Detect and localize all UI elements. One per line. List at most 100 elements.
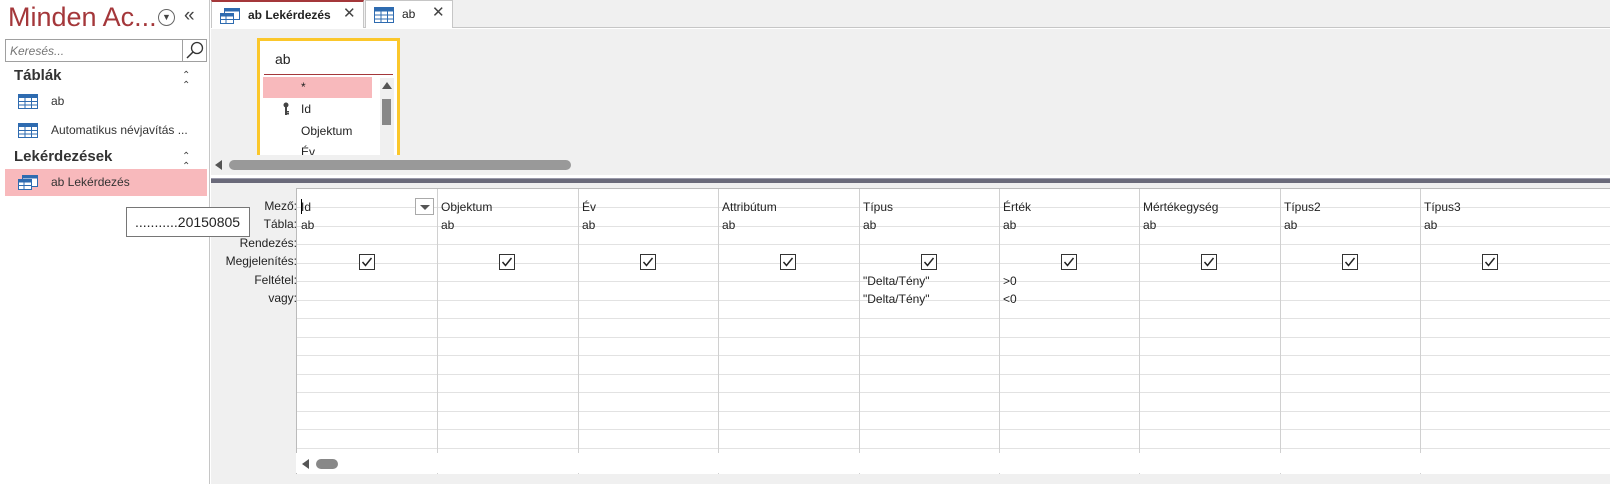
grid-column-divider bbox=[718, 189, 719, 474]
nav-search-input[interactable] bbox=[6, 40, 181, 61]
grid-field-cell[interactable]: Mértékegység bbox=[1143, 198, 1218, 217]
show-checkbox[interactable] bbox=[1482, 254, 1498, 270]
grid-field-cell[interactable]: Év bbox=[582, 198, 596, 217]
grid-column-divider bbox=[859, 189, 860, 474]
collapse-nav-icon[interactable]: « bbox=[184, 6, 195, 26]
group-header-queries[interactable]: Lekérdezések bbox=[14, 148, 112, 165]
grid-field-cell[interactable]: Objektum bbox=[441, 198, 492, 217]
field-list-item-objektum[interactable]: Objektum bbox=[263, 121, 372, 142]
nav-item-table-autocorrect[interactable]: Automatikus névjavítás ... bbox=[5, 117, 207, 144]
design-pane-horizontal-scrollbar[interactable] bbox=[211, 155, 1610, 175]
grid-criteria-cell[interactable]: >0 bbox=[1003, 272, 1017, 291]
nav-search-box bbox=[5, 39, 207, 62]
grid-field-cell[interactable]: Id bbox=[301, 198, 311, 217]
nav-item-table-ab[interactable]: ab bbox=[5, 88, 207, 115]
show-checkbox[interactable] bbox=[1201, 254, 1217, 270]
nav-menu-dropdown-icon[interactable]: ▼ bbox=[158, 9, 175, 26]
row-label-sort: Rendezés: bbox=[239, 236, 297, 250]
scroll-left-arrow-icon[interactable] bbox=[215, 160, 222, 170]
query-design-grid[interactable]: Id ab Objektum ab Év ab Attribútum ab Típus ab "De… bbox=[296, 188, 1610, 474]
grid-table-cell[interactable]: ab bbox=[582, 216, 595, 235]
grid-table-cell[interactable]: ab bbox=[1003, 216, 1016, 235]
close-icon[interactable]: ✕ bbox=[432, 5, 445, 21]
grid-column-divider bbox=[1280, 189, 1281, 474]
show-checkbox[interactable] bbox=[921, 254, 937, 270]
grid-row-divider bbox=[297, 300, 1610, 301]
group-header-tables[interactable]: Táblák bbox=[14, 67, 62, 84]
grid-table-cell[interactable]: ab bbox=[1143, 216, 1156, 235]
field-list-item-all[interactable]: * bbox=[263, 77, 372, 98]
grid-or-cell[interactable]: <0 bbox=[1003, 290, 1017, 309]
tab-label: ab Lekérdezés bbox=[248, 8, 331, 22]
grid-table-cell[interactable]: ab bbox=[1284, 216, 1297, 235]
grid-column-divider bbox=[1139, 189, 1140, 474]
field-name: Id bbox=[301, 102, 312, 116]
chevron-down-icon bbox=[420, 205, 430, 210]
field-list-title[interactable]: ab bbox=[275, 51, 291, 67]
grid-row-divider bbox=[297, 448, 1610, 449]
table-icon bbox=[374, 7, 394, 23]
scroll-up-arrow-icon[interactable] bbox=[382, 82, 392, 89]
field-name: Objektum bbox=[301, 124, 353, 138]
nav-item-label: ab Lekérdezés bbox=[51, 175, 130, 189]
grid-row-divider bbox=[297, 207, 1610, 208]
row-label-criteria: Feltétel: bbox=[254, 273, 297, 287]
show-checkbox[interactable] bbox=[780, 254, 796, 270]
field-name: * bbox=[301, 80, 306, 94]
primary-key-icon bbox=[283, 102, 289, 115]
grid-field-cell[interactable]: Érték bbox=[1003, 198, 1031, 217]
text-cursor bbox=[301, 199, 302, 214]
grid-horizontal-scrollbar[interactable] bbox=[296, 453, 1610, 473]
table-icon bbox=[18, 123, 38, 138]
scrollbar-thumb[interactable] bbox=[316, 459, 338, 469]
field-list-scrollbar[interactable] bbox=[380, 78, 394, 155]
field-list-item-id[interactable]: Id bbox=[263, 99, 372, 120]
grid-row-divider bbox=[297, 337, 1610, 338]
divider bbox=[264, 74, 393, 75]
grid-field-cell[interactable]: Típus2 bbox=[1284, 198, 1321, 217]
tooltip: ...........20150805 bbox=[126, 207, 250, 237]
close-icon[interactable]: ✕ bbox=[343, 6, 356, 22]
nav-item-label: ab bbox=[51, 94, 65, 108]
grid-column-divider bbox=[437, 189, 438, 474]
nav-pane-title[interactable]: Minden Ac... bbox=[8, 2, 157, 33]
grid-row-divider bbox=[297, 411, 1610, 412]
grid-column-divider bbox=[578, 189, 579, 474]
field-list-ab[interactable]: ab * Id Objektum Év bbox=[257, 38, 400, 155]
grid-or-cell[interactable]: "Delta/Tény" bbox=[863, 290, 930, 309]
query-design-pane: ab * Id Objektum Év bbox=[211, 29, 1610, 155]
query-icon bbox=[18, 175, 38, 190]
show-checkbox[interactable] bbox=[359, 254, 375, 270]
tab-ab-query[interactable]: ab Lekérdezés ✕ bbox=[211, 0, 364, 28]
scrollbar-thumb[interactable] bbox=[229, 160, 571, 170]
tab-ab-table[interactable]: ab ✕ bbox=[365, 0, 453, 28]
grid-table-cell[interactable]: ab bbox=[863, 216, 876, 235]
show-checkbox[interactable] bbox=[640, 254, 656, 270]
field-list-item-ev[interactable]: Év bbox=[263, 142, 372, 155]
grid-row-divider bbox=[297, 318, 1610, 319]
grid-field-cell[interactable]: Attribútum bbox=[722, 198, 777, 217]
grid-row-divider bbox=[297, 226, 1610, 227]
grid-table-cell[interactable]: ab bbox=[301, 216, 314, 235]
grid-field-cell[interactable]: Típus3 bbox=[1424, 198, 1461, 217]
grid-column-divider bbox=[1420, 189, 1421, 474]
grid-table-cell[interactable]: ab bbox=[1424, 216, 1437, 235]
row-label-or: vagy: bbox=[268, 291, 297, 305]
query-icon bbox=[220, 8, 240, 24]
document-tabs: ab Lekérdezés ✕ ab ✕ bbox=[211, 0, 1610, 28]
show-checkbox[interactable] bbox=[1342, 254, 1358, 270]
search-icon[interactable] bbox=[182, 40, 206, 61]
show-checkbox[interactable] bbox=[1061, 254, 1077, 270]
grid-criteria-cell[interactable]: "Delta/Tény" bbox=[863, 272, 930, 291]
grid-row-divider bbox=[297, 429, 1610, 430]
nav-item-query-ab[interactable]: ab Lekérdezés bbox=[5, 169, 207, 196]
scrollbar-thumb[interactable] bbox=[382, 99, 391, 125]
grid-table-cell[interactable]: ab bbox=[441, 216, 454, 235]
show-checkbox[interactable] bbox=[499, 254, 515, 270]
scroll-left-arrow-icon[interactable] bbox=[302, 459, 309, 469]
grid-table-cell[interactable]: ab bbox=[722, 216, 735, 235]
grid-field-cell[interactable]: Típus bbox=[863, 198, 893, 217]
tab-label: ab bbox=[402, 7, 416, 21]
field-dropdown-button[interactable] bbox=[415, 198, 434, 215]
field-name: Év bbox=[301, 145, 316, 155]
